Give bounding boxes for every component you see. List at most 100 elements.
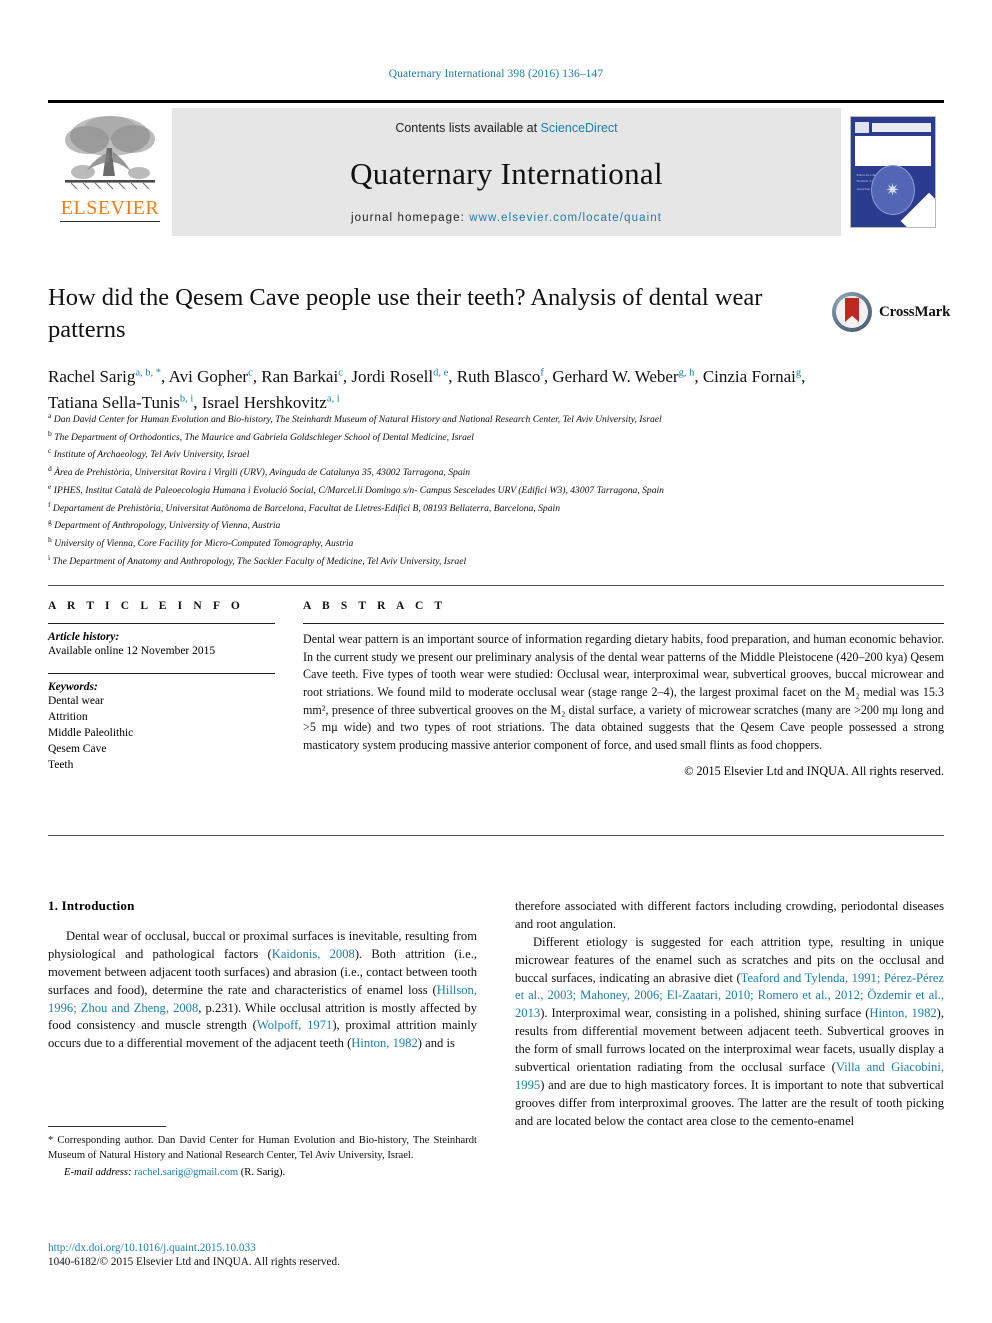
- author-name: Rachel Sarig: [48, 366, 136, 386]
- body-two-column: 1. Introduction Dental wear of occlusal,…: [48, 898, 944, 1130]
- email-label: E-mail address:: [64, 1167, 132, 1179]
- affiliation-mark: e: [48, 481, 52, 491]
- citation-link[interactable]: Kaidonis, 2008: [272, 947, 355, 961]
- issn-copyright-line: 1040-6182/© 2015 Elsevier Ltd and INQUA.…: [48, 1256, 340, 1268]
- citation-link[interactable]: Villa and Giacobini, 1995: [515, 1060, 944, 1092]
- affiliation-item: f Departament de Prehistòria, Universita…: [48, 499, 560, 514]
- corresponding-author-footnote: * Corresponding author. Dan David Center…: [48, 1126, 477, 1178]
- article-history-label: Article history:: [48, 631, 120, 643]
- inqua-emblem-icon: ✷: [870, 165, 915, 215]
- author-affiliation-marks: g, h: [678, 367, 695, 379]
- keyword-item: Attrition: [48, 711, 88, 724]
- citation-link[interactable]: Hillson, 1996; Zhou and Zheng, 2008: [48, 983, 477, 1015]
- corresponding-author-text: * Corresponding author. Dan David Center…: [48, 1135, 477, 1161]
- author-affiliation-marks: b, i: [179, 393, 194, 405]
- crossmark-label: CrossMark: [879, 303, 951, 320]
- affiliation-mark: g: [48, 517, 52, 527]
- journal-homepage-link[interactable]: www.elsevier.com/locate/quaint: [469, 212, 662, 224]
- affiliation-mark: f: [48, 499, 51, 509]
- affiliation-list: a Dan David Center for Human Evolution a…: [48, 410, 938, 569]
- footnote-rule: [48, 1126, 166, 1127]
- body-paragraph: Dental wear of occlusal, buccal or proxi…: [48, 929, 478, 1051]
- doi-link[interactable]: http://dx.doi.org/10.1016/j.quaint.2015.…: [48, 1242, 477, 1254]
- journal-masthead: ELSEVIER Contents lists available at Sci…: [48, 100, 944, 236]
- info-divider-mid: [48, 673, 275, 675]
- keywords-label: Keywords:: [48, 681, 98, 694]
- affiliation-mark: h: [48, 535, 52, 545]
- body-column-left: 1. Introduction Dental wear of occlusal,…: [48, 898, 477, 1130]
- author-name: Ran Barkai: [261, 366, 339, 386]
- body-column-right: therefore associated with different fact…: [515, 898, 944, 1130]
- keyword-item: Dental wear: [48, 695, 104, 708]
- keywords-list: Dental wear Attrition Middle Paleolithic Qe…: [48, 693, 275, 773]
- journal-homepage-line: journal homepage: www.elsevier.com/locat…: [351, 212, 662, 224]
- abstract-column: A B S T R A C T Dental wear pattern is a…: [303, 600, 944, 791]
- imprint-block: http://dx.doi.org/10.1016/j.quaint.2015.…: [48, 1242, 477, 1268]
- affiliation-item: h University of Vienna, Core Facility fo…: [48, 535, 354, 550]
- keyword-item: Qesem Cave: [48, 743, 107, 756]
- section-heading-introduction: 1. Introduction: [48, 898, 135, 913]
- contents-available-line: Contents lists available at ScienceDirec…: [395, 121, 617, 135]
- affiliation-mark: b: [48, 428, 52, 438]
- elsevier-tree-icon: [57, 112, 163, 196]
- author-name: Gerhard W. Weber: [552, 366, 679, 386]
- author-affiliation-marks: a, b, *: [135, 367, 162, 379]
- citation-link[interactable]: Wolpoff, 1971: [257, 1018, 332, 1032]
- running-head: Quaternary International 398 (2016) 136–…: [388, 68, 604, 80]
- author-affiliation-marks: f: [540, 367, 544, 379]
- contents-prefix: Contents lists available at: [395, 121, 541, 135]
- doi-anchor[interactable]: http://dx.doi.org/10.1016/j.quaint.2015.…: [48, 1242, 256, 1254]
- author-name: Jordi Rosell: [351, 366, 434, 386]
- homepage-prefix: journal homepage:: [350, 212, 470, 224]
- keyword-item: Middle Paleolithic: [48, 727, 134, 740]
- email-line: E-mail address: rachel.sarig@gmail.com (…: [48, 1167, 477, 1178]
- abstract-text: Dental wear pattern is an important sour…: [303, 632, 944, 752]
- author-name: Cinzia Fornai: [702, 366, 796, 386]
- info-divider-top: [48, 623, 275, 624]
- crossmark-icon: [832, 292, 872, 332]
- title-block: How did the Qesem Cave people use their …: [48, 282, 828, 416]
- abstract-heading: A B S T R A C T: [303, 600, 447, 612]
- author-affiliation-marks: c: [248, 367, 253, 379]
- email-suffix: (R. Sarig).: [240, 1167, 286, 1179]
- masthead-center: Contents lists available at ScienceDirec…: [172, 108, 841, 236]
- elsevier-underline: [60, 221, 160, 222]
- left-column-paragraphs: Dental wear of occlusal, buccal or proxi…: [48, 928, 477, 1053]
- author-affiliation-marks: a, i: [326, 393, 340, 405]
- crossmark-badge[interactable]: CrossMark: [832, 288, 950, 336]
- author-affiliation-marks: g: [795, 367, 802, 379]
- affiliation-item: g Department of Anthropology, University…: [48, 517, 281, 532]
- affiliation-mark: a: [48, 411, 52, 420]
- elsevier-logo: ELSEVIER: [48, 108, 172, 236]
- affiliation-mark: c: [48, 446, 52, 456]
- band-bottom-rule: [48, 835, 944, 836]
- info-abstract-band: A R T I C L E I N F O Article history: A…: [48, 585, 944, 791]
- abstract-copyright: © 2015 Elsevier Ltd and INQUA. All right…: [684, 763, 944, 778]
- affiliation-item: i The Department of Anatomy and Anthropo…: [48, 552, 467, 567]
- author-email-link[interactable]: rachel.sarig@gmail.com: [134, 1167, 238, 1178]
- affiliation-mark: d: [48, 464, 52, 474]
- author-list: Rachel Sariga, b, *, Avi Gopherc, Ran Ba…: [48, 366, 806, 413]
- affiliation-item: c Institute of Archaeology, Tel Aviv Uni…: [48, 446, 250, 461]
- keyword-item: Teeth: [48, 759, 74, 772]
- citation-link[interactable]: Hinton, 1982: [869, 1006, 936, 1020]
- sciencedirect-link[interactable]: ScienceDirect: [541, 121, 618, 135]
- affiliation-item: d Àrea de Prehistòria, Universitat Rovir…: [48, 464, 471, 479]
- article-history-value: Available online 12 November 2015: [48, 645, 216, 657]
- article-info-heading: A R T I C L E I N F O: [48, 600, 244, 612]
- affiliation-mark: i: [48, 552, 51, 562]
- affiliation-item: b The Department of Orthodontics, The Ma…: [48, 428, 474, 443]
- affiliation-item: a Dan David Center for Human Evolution a…: [48, 411, 662, 426]
- article-info-column: A R T I C L E I N F O Article history: A…: [48, 600, 303, 791]
- author-affiliation-marks: c: [338, 367, 343, 379]
- body-paragraph: Different etiology is suggested for each…: [515, 934, 945, 1128]
- paper-title: How did the Qesem Cave people use their …: [48, 284, 763, 343]
- affiliation-item: e IPHES, Institut Català de Paleoecologi…: [48, 481, 664, 497]
- author-affiliation-marks: d, e: [433, 367, 449, 379]
- citation-link[interactable]: Hinton, 1982: [351, 1036, 417, 1050]
- right-column-paragraphs: therefore associated with different fact…: [515, 898, 944, 1130]
- journal-title: Quaternary International: [350, 155, 663, 191]
- journal-cover-thumbnail: Editor-in-Chief Norm R. Catto Associate …: [841, 108, 944, 236]
- body-paragraph: therefore associated with different fact…: [515, 899, 944, 931]
- author-name: Avi Gopher: [168, 366, 249, 386]
